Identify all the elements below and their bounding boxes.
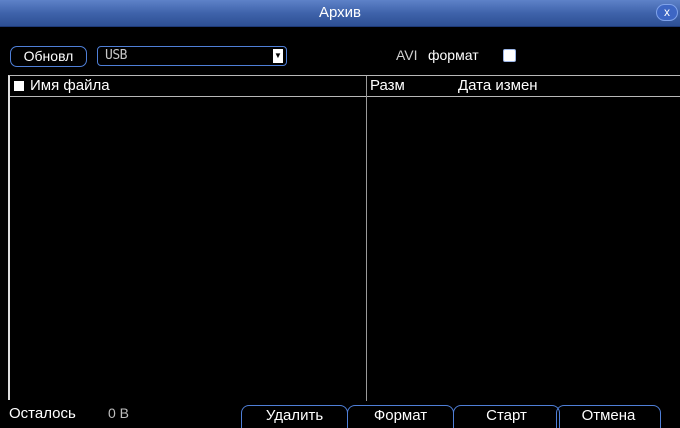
remaining-label: Осталось (9, 405, 76, 422)
column-header-size[interactable]: Разм (370, 77, 405, 94)
avi-format-checkbox[interactable] (503, 49, 516, 62)
column-header-name[interactable]: Имя файла (30, 77, 110, 94)
file-table[interactable]: Имя файла Разм Дата измен (8, 75, 680, 401)
cancel-button[interactable]: Отмена (556, 405, 661, 428)
close-icon[interactable]: x (656, 4, 678, 21)
select-all-checkbox[interactable] (14, 81, 24, 91)
format-label: формат (428, 47, 479, 63)
window-title: Архив (318, 4, 362, 21)
table-left-edge (0, 75, 8, 400)
refresh-button[interactable]: Обновл (10, 46, 87, 67)
column-divider (366, 76, 367, 401)
format-button[interactable]: Формат (347, 405, 454, 428)
chevron-down-icon[interactable]: ▼ (273, 49, 283, 63)
avi-label: AVI (396, 47, 418, 63)
delete-button[interactable]: Удалить (241, 405, 348, 428)
device-select[interactable]: USB ▼ (97, 46, 287, 66)
table-header: Имя файла Разм Дата измен (10, 76, 680, 97)
remaining-value: 0 B (108, 405, 130, 421)
start-button[interactable]: Старт (453, 405, 560, 428)
device-select-value: USB (105, 48, 127, 63)
column-header-date[interactable]: Дата измен (458, 77, 538, 94)
